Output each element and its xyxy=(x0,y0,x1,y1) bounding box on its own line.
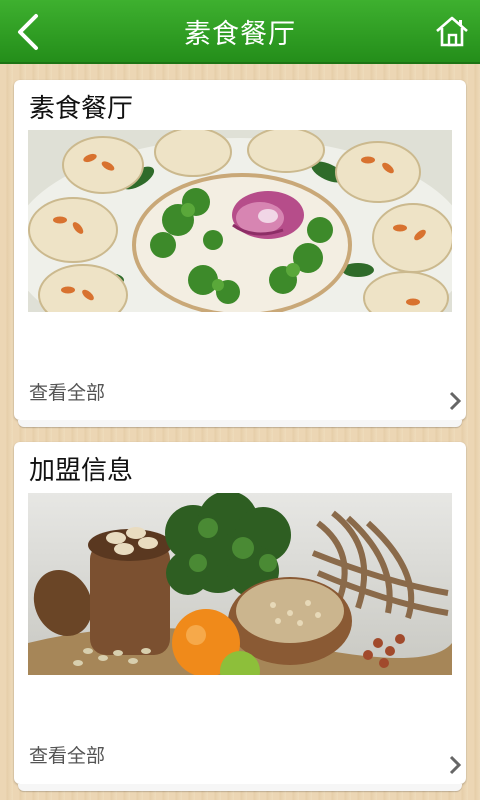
home-button[interactable] xyxy=(434,14,470,50)
card-franchise-info[interactable]: 加盟信息 查看全部 xyxy=(14,442,466,791)
chevron-right-icon xyxy=(449,755,462,775)
card-title: 加盟信息 xyxy=(29,456,134,486)
vegetables-grains-photo xyxy=(28,493,452,675)
title-bar: 素食餐厅 xyxy=(0,0,480,64)
card-bottom-edge xyxy=(18,420,462,427)
vegetarian-dish-photo xyxy=(28,130,452,312)
view-all-link[interactable]: 查看全部 xyxy=(29,741,105,768)
chevron-right-icon xyxy=(449,391,462,411)
card-bottom-edge xyxy=(18,784,462,791)
view-all-link[interactable]: 查看全部 xyxy=(29,378,105,405)
page-title: 素食餐厅 xyxy=(184,19,296,50)
card-title: 素食餐厅 xyxy=(29,94,134,124)
card-vegetarian-restaurant[interactable]: 素食餐厅 查看全部 xyxy=(14,80,466,427)
home-icon xyxy=(436,16,468,47)
